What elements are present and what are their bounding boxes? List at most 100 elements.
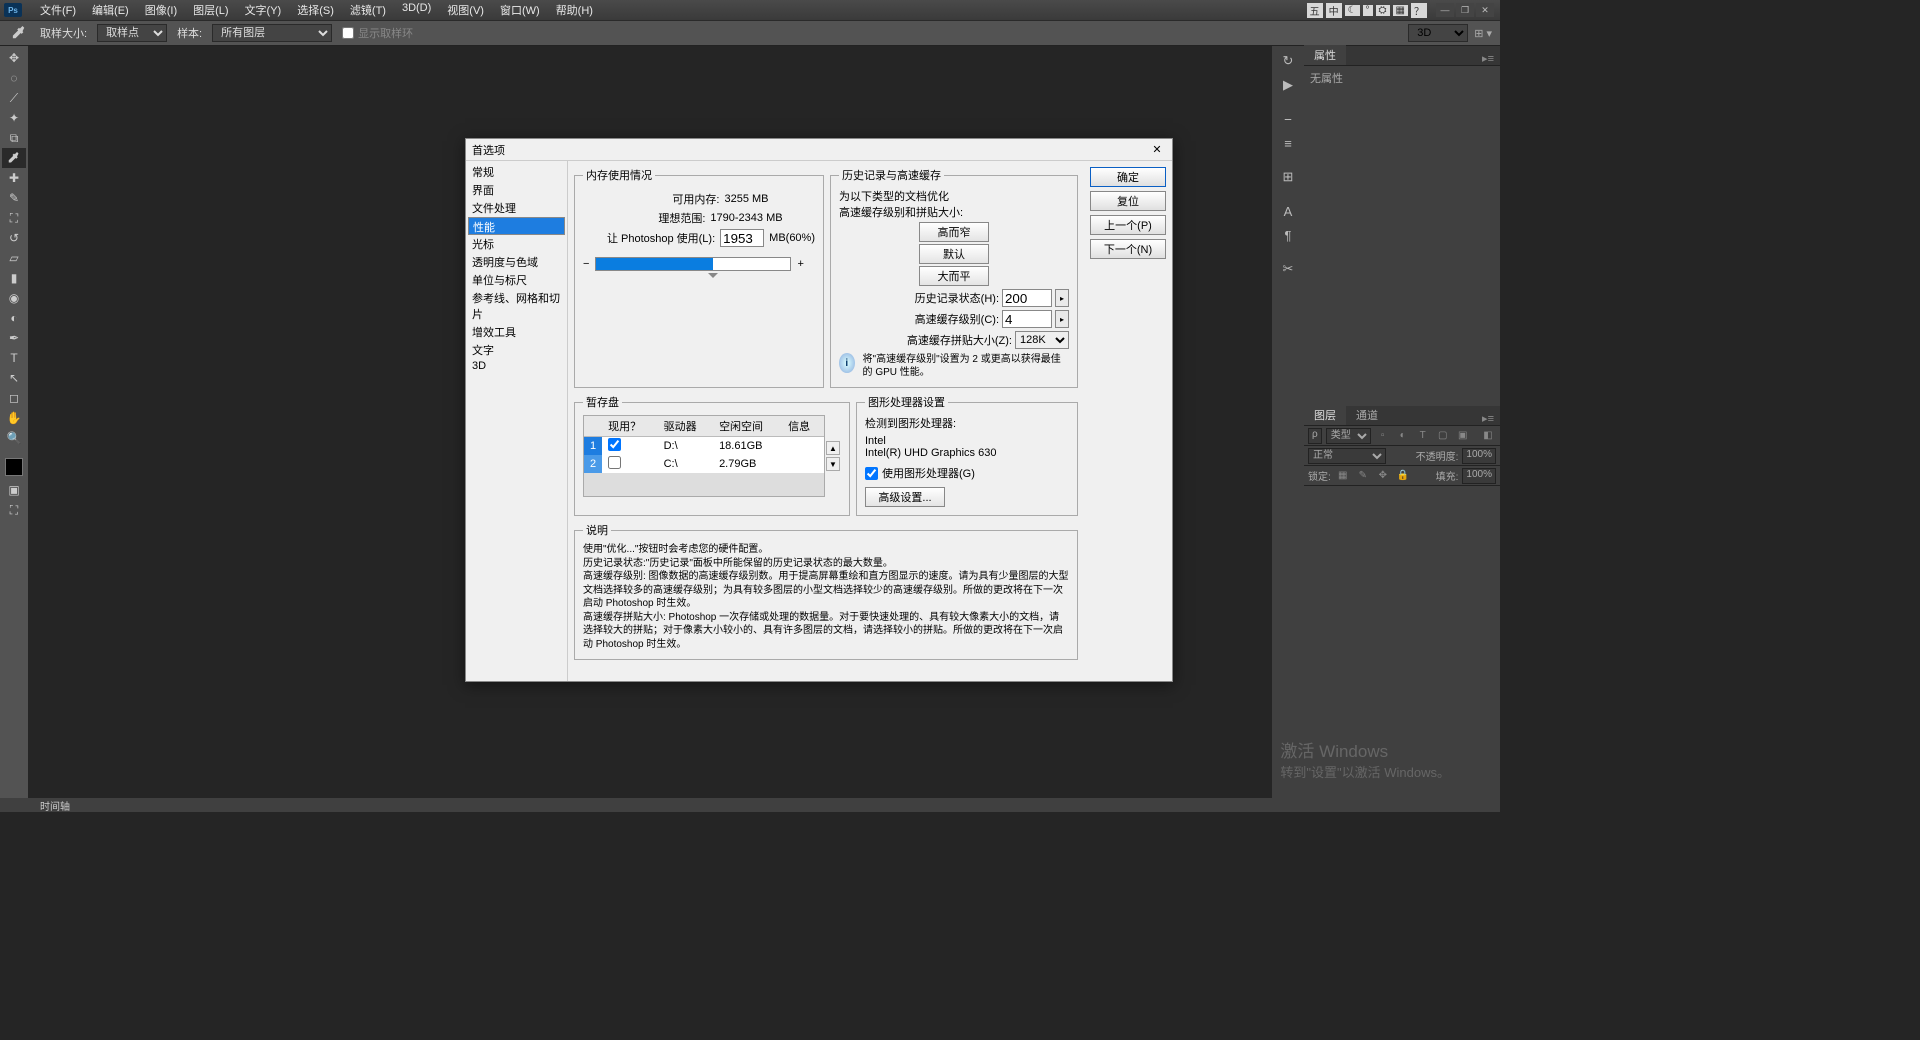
- sample-size-select[interactable]: 取样点: [97, 24, 167, 42]
- heal-tool-icon[interactable]: ✚: [2, 168, 26, 188]
- sample-layers-select[interactable]: 所有图层: [212, 24, 332, 42]
- filter-adjust-icon[interactable]: ◐: [1395, 428, 1411, 444]
- window-minimize-icon[interactable]: —: [1436, 3, 1454, 17]
- workspace-switcher-icon[interactable]: ⊞ ▾: [1474, 27, 1492, 40]
- reset-button[interactable]: 复位: [1090, 191, 1166, 211]
- lock-pos-icon[interactable]: ✥: [1375, 468, 1391, 484]
- next-button[interactable]: 下一个(N): [1090, 239, 1166, 259]
- crop-tool-icon[interactable]: ⧉: [2, 128, 26, 148]
- memory-slider[interactable]: [595, 257, 791, 271]
- scratch-row-1[interactable]: 1 D:\ 18.61GB: [584, 437, 824, 456]
- filter-kind-select[interactable]: 类型: [1326, 428, 1371, 444]
- btn-default[interactable]: 默认: [919, 244, 989, 264]
- menu-help[interactable]: 帮助(H): [548, 2, 601, 18]
- menu-window[interactable]: 窗口(W): [492, 2, 548, 18]
- wand-tool-icon[interactable]: ✦: [2, 108, 26, 128]
- tile-size-select[interactable]: 128K: [1015, 331, 1069, 349]
- cat-interface[interactable]: 界面: [468, 181, 565, 199]
- tab-layers[interactable]: 图层: [1304, 405, 1346, 425]
- path-tool-icon[interactable]: ↖: [2, 368, 26, 388]
- screenmode-icon[interactable]: ⛶: [2, 500, 26, 520]
- menu-layer[interactable]: 图层(L): [185, 2, 236, 18]
- brush-tool-icon[interactable]: ✎: [2, 188, 26, 208]
- workspace-3d-select[interactable]: 3D: [1408, 24, 1468, 42]
- slider-plus-icon[interactable]: +: [797, 258, 803, 270]
- menu-image[interactable]: 图像(I): [137, 2, 185, 18]
- use-gpu-checkbox[interactable]: [865, 467, 878, 480]
- cache-levels-input[interactable]: [1002, 310, 1052, 328]
- para-panel-icon[interactable]: ¶: [1276, 224, 1300, 246]
- history-brush-tool-icon[interactable]: ↺: [2, 228, 26, 248]
- type-tool-icon[interactable]: T: [2, 348, 26, 368]
- blend-mode-select[interactable]: 正常: [1308, 448, 1386, 464]
- menu-3d[interactable]: 3D(D): [394, 2, 439, 18]
- filter-shape-icon[interactable]: ▢: [1435, 428, 1451, 444]
- window-close-icon[interactable]: ✕: [1476, 3, 1494, 17]
- quickmask-icon[interactable]: ▣: [2, 480, 26, 500]
- scratch-1-checkbox[interactable]: [608, 438, 621, 451]
- fx-panel-icon[interactable]: ✂: [1276, 258, 1300, 280]
- gradient-tool-icon[interactable]: ▮: [2, 268, 26, 288]
- filter-pixel-icon[interactable]: ▫: [1375, 428, 1391, 444]
- tab-properties[interactable]: 属性: [1304, 45, 1346, 65]
- zoom-tool-icon[interactable]: 🔍: [2, 428, 26, 448]
- history-states-input[interactable]: [1002, 289, 1052, 307]
- brush-panel-icon[interactable]: ⎯: [1276, 108, 1300, 130]
- actions-panel-icon[interactable]: ▶: [1276, 74, 1300, 96]
- pen-tool-icon[interactable]: ✒: [2, 328, 26, 348]
- scratch-2-checkbox[interactable]: [608, 456, 621, 469]
- show-ring-input[interactable]: [342, 27, 354, 39]
- cat-transparency[interactable]: 透明度与色域: [468, 253, 565, 271]
- scratch-row-2[interactable]: 2 C:\ 2.79GB: [584, 455, 824, 473]
- layers-menu-icon[interactable]: ▸≡: [1476, 412, 1500, 425]
- opacity-value[interactable]: 100%: [1462, 448, 1496, 464]
- menu-filter[interactable]: 滤镜(T): [342, 2, 394, 18]
- move-tool-icon[interactable]: ✥: [2, 48, 26, 68]
- blur-tool-icon[interactable]: ◉: [2, 288, 26, 308]
- btn-big-flat[interactable]: 大而平: [919, 266, 989, 286]
- window-maximize-icon[interactable]: ❐: [1456, 3, 1474, 17]
- cat-cursors[interactable]: 光标: [468, 235, 565, 253]
- scratch-move-down-icon[interactable]: ▼: [826, 457, 840, 471]
- dialog-close-button[interactable]: ✕: [1148, 141, 1166, 159]
- scratch-table[interactable]: 现用？ 驱动器 空闲空间 信息 1 D:\ 18.61GB: [584, 416, 824, 473]
- tab-channels[interactable]: 通道: [1346, 405, 1388, 425]
- show-sampling-ring-checkbox[interactable]: 显示取样环: [342, 25, 413, 41]
- history-states-stepper[interactable]: ▸: [1055, 289, 1069, 307]
- history-panel-icon[interactable]: ↻: [1276, 50, 1300, 72]
- fill-value[interactable]: 100%: [1462, 468, 1496, 484]
- stamp-tool-icon[interactable]: ⛶: [2, 208, 26, 228]
- lock-all-icon[interactable]: 🔒: [1395, 468, 1411, 484]
- btn-tall-thin[interactable]: 高而窄: [919, 222, 989, 242]
- lock-trans-icon[interactable]: ▦: [1335, 468, 1351, 484]
- timeline-tab[interactable]: 时间轴: [40, 798, 70, 813]
- scratch-move-up-icon[interactable]: ▲: [826, 441, 840, 455]
- eraser-tool-icon[interactable]: ▱: [2, 248, 26, 268]
- lock-pixels-icon[interactable]: ✎: [1355, 468, 1371, 484]
- menu-file[interactable]: 文件(F): [32, 2, 84, 18]
- memory-input[interactable]: [720, 229, 764, 247]
- hand-tool-icon[interactable]: ✋: [2, 408, 26, 428]
- marquee-tool-icon[interactable]: ◌: [2, 68, 26, 88]
- swatches-panel-icon[interactable]: ≡: [1276, 132, 1300, 154]
- panel-menu-icon[interactable]: ▸≡: [1476, 52, 1500, 65]
- adjust-panel-icon[interactable]: ⊞: [1276, 166, 1300, 188]
- filter-type-icon[interactable]: T: [1415, 428, 1431, 444]
- lasso-tool-icon[interactable]: ⟋: [2, 88, 26, 108]
- cat-guides[interactable]: 参考线、网格和切片: [468, 289, 565, 323]
- cat-units[interactable]: 单位与标尺: [468, 271, 565, 289]
- cat-general[interactable]: 常规: [468, 163, 565, 181]
- cat-performance[interactable]: 性能: [468, 217, 565, 235]
- menu-select[interactable]: 选择(S): [289, 2, 342, 18]
- menu-edit[interactable]: 编辑(E): [84, 2, 137, 18]
- char-panel-icon[interactable]: A: [1276, 200, 1300, 222]
- cat-3d[interactable]: 3D: [468, 359, 565, 373]
- prev-button[interactable]: 上一个(P): [1090, 215, 1166, 235]
- menu-type[interactable]: 文字(Y): [237, 2, 290, 18]
- eyedropper-tool-icon[interactable]: [2, 148, 26, 168]
- cat-filehandling[interactable]: 文件处理: [468, 199, 565, 217]
- dodge-tool-icon[interactable]: ◐: [2, 308, 26, 328]
- ok-button[interactable]: 确定: [1090, 167, 1166, 187]
- dialog-titlebar[interactable]: 首选项 ✕: [466, 139, 1172, 161]
- cache-levels-stepper[interactable]: ▸: [1055, 310, 1069, 328]
